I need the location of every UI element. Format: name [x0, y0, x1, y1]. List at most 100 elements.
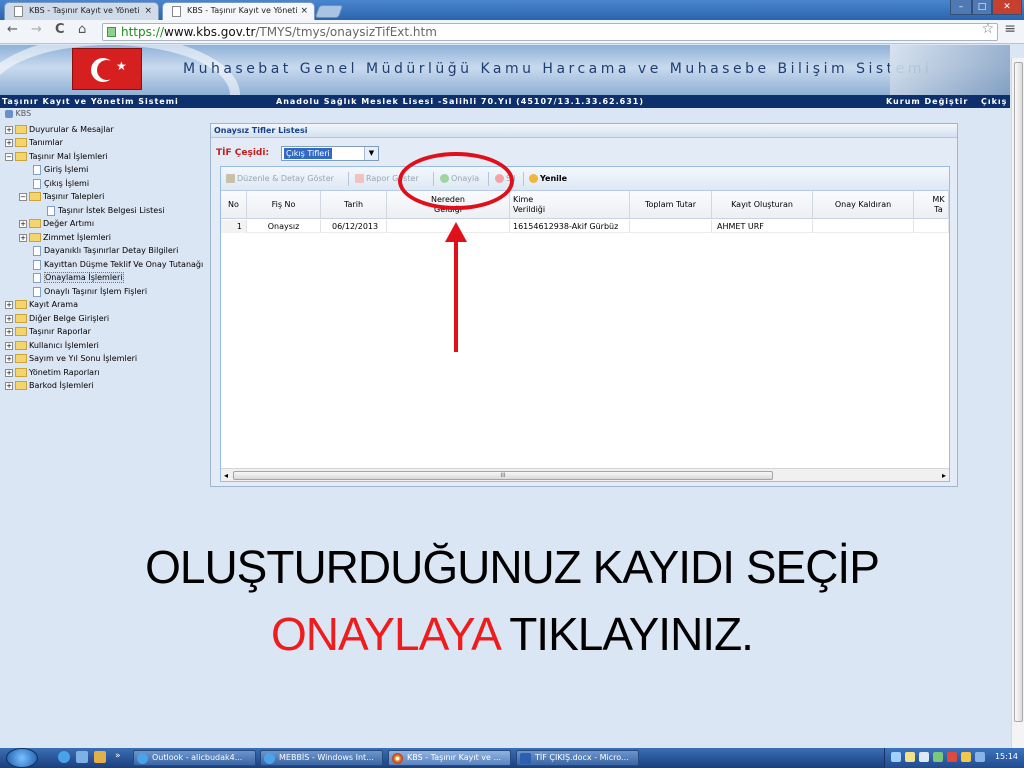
ie-icon[interactable] — [58, 751, 70, 763]
expand-icon[interactable]: + — [5, 327, 13, 336]
back-icon[interactable]: ← — [7, 22, 18, 37]
tree-item[interactable]: + Zimmet İşlemleri — [19, 231, 111, 244]
expand-icon[interactable]: + — [5, 341, 13, 350]
column-header-toplam[interactable]: Toplam Tutar — [630, 191, 712, 219]
annotation-circle — [398, 152, 514, 210]
column-header-mk[interactable]: MK Ta — [914, 191, 949, 219]
url-input[interactable]: https://www.kbs.gov.tr/TMYS/tmys/onaysiz… — [102, 23, 998, 41]
collapse-icon[interactable]: − — [19, 192, 27, 201]
start-button[interactable] — [6, 748, 38, 768]
expand-icon[interactable]: + — [19, 219, 27, 228]
close-tab-icon[interactable]: × — [144, 3, 152, 19]
column-header-kaldiran[interactable]: Onay Kaldıran — [813, 191, 914, 219]
tree-item[interactable]: Dayanıklı Taşınırlar Detay Bilgileri — [33, 244, 178, 257]
column-header-kime[interactable]: Kime Verildiği — [510, 191, 630, 219]
new-tab-button[interactable] — [314, 5, 344, 18]
instruction-rest: TIKLAYINIZ. — [498, 608, 754, 660]
taskbar-app-word[interactable]: TİF ÇIKIŞ.docx - Micro... — [516, 750, 639, 766]
network-icon[interactable] — [891, 752, 901, 762]
tree-item-label: Çıkış İşlemi — [44, 179, 90, 188]
tree-item[interactable]: + Sayım ve Yıl Sonu İşlemleri — [5, 352, 137, 365]
minimize-button[interactable]: – — [950, 0, 972, 15]
tree-item[interactable]: Giriş İşlemi — [33, 163, 88, 176]
browser-tab-1[interactable]: KBS - Taşınır Kayıt ve Yöneti × — [4, 2, 159, 20]
scroll-thumb[interactable]: III — [233, 471, 773, 480]
expand-icon[interactable]: + — [5, 354, 13, 363]
forward-icon[interactable]: → — [31, 22, 42, 37]
tree-item[interactable]: + Yönetim Raporları — [5, 366, 100, 379]
volume-icon[interactable] — [919, 752, 929, 762]
logout-link[interactable]: Çıkış — [981, 95, 1007, 108]
column-header-fis-no[interactable]: Fiş No — [247, 191, 321, 219]
column-header-olusturan[interactable]: Kayıt Oluşturan — [712, 191, 813, 219]
tree-item[interactable]: Kayıttan Düşme Teklif Ve Onay Tutanağı — [33, 258, 203, 271]
flag-icon[interactable] — [961, 752, 971, 762]
column-header-no[interactable]: No — [221, 191, 247, 219]
expand-icon[interactable]: + — [5, 300, 13, 309]
tree-item[interactable]: Çıkış İşlemi — [33, 177, 89, 190]
expand-icon[interactable]: + — [5, 138, 13, 147]
toolbar-separator — [523, 172, 524, 186]
reload-icon[interactable]: C — [55, 22, 65, 37]
tree-item[interactable]: + Taşınır Raporlar — [5, 325, 91, 338]
edit-detail-label: Düzenle & Detay Göster — [237, 174, 334, 183]
column-header-tarih[interactable]: Tarih — [321, 191, 387, 219]
tif-type-select[interactable]: Çıkış Tifleri ▼ — [281, 146, 379, 161]
tree-item[interactable]: + Barkod İşlemleri — [5, 379, 94, 392]
taskbar-app-outlook[interactable]: Outlook - alicbudak4... — [133, 750, 256, 766]
taskbar-app-label: MEBBİS - Windows Int... — [279, 753, 374, 762]
system-name: Taşınır Kayıt ve Yönetim Sistemi — [2, 97, 179, 106]
expand-icon[interactable]: + — [5, 368, 13, 377]
tree-item-selected[interactable]: Onaylama İşlemleri — [33, 271, 124, 284]
collapse-icon[interactable]: − — [5, 152, 13, 161]
change-unit-link[interactable]: Kurum Değiştir — [886, 95, 968, 108]
expand-icon[interactable]: + — [19, 233, 27, 242]
home-icon[interactable]: ⌂ — [78, 22, 86, 37]
users-icon[interactable] — [94, 751, 106, 763]
page-icon — [33, 259, 41, 270]
close-window-button[interactable]: ✕ — [992, 0, 1022, 15]
expand-icon[interactable]: + — [5, 314, 13, 323]
tree-item[interactable]: + Duyurular & Mesajlar — [5, 123, 114, 136]
chevron-down-icon[interactable]: ▼ — [364, 147, 378, 160]
horizontal-scrollbar[interactable]: ◂ III ▸ — [221, 468, 949, 481]
tree-item[interactable]: − Taşınır Mal İşlemleri — [5, 150, 108, 163]
battery-icon[interactable] — [933, 752, 943, 762]
folder-icon — [15, 327, 27, 336]
browser-menu-icon[interactable]: ≡ — [1004, 21, 1016, 37]
close-tab-icon[interactable]: × — [300, 3, 308, 19]
alert-icon[interactable] — [947, 752, 957, 762]
clock[interactable]: 15:14 — [995, 752, 1018, 761]
scroll-right-icon[interactable]: ▸ — [942, 469, 946, 482]
refresh-button[interactable]: Yenile — [529, 174, 567, 183]
tree-item[interactable]: Onaylı Taşınır İşlem Fişleri — [33, 285, 147, 298]
desktop-icon[interactable] — [76, 751, 88, 763]
tree-item-label: Onaylı Taşınır İşlem Fişleri — [44, 287, 148, 296]
tree-item[interactable]: + Tanımlar — [5, 136, 63, 149]
bookmark-star-icon[interactable]: ☆ — [981, 21, 994, 37]
more-chevron-icon[interactable]: » — [115, 751, 121, 761]
maximize-button[interactable]: □ — [972, 0, 992, 15]
taskbar-app-kbs[interactable]: KBS - Taşınır Kayıt ve ... — [388, 750, 511, 766]
url-scheme: https:// — [121, 25, 165, 39]
tree-item[interactable]: − Taşınır Talepleri — [19, 190, 104, 203]
taskbar-app-mebbis[interactable]: MEBBİS - Windows Int... — [260, 750, 383, 766]
refresh-label: Yenile — [540, 174, 568, 183]
folder-icon — [29, 233, 41, 242]
tree-item[interactable]: Taşınır İstek Belgesi Listesi — [47, 204, 165, 217]
display-icon[interactable] — [975, 752, 985, 762]
tree-item[interactable]: + Kayıt Arama — [5, 298, 78, 311]
tree-item-label: Taşınır İstek Belgesi Listesi — [58, 206, 165, 215]
tree-item[interactable]: + Diğer Belge Girişleri — [5, 312, 109, 325]
expand-icon[interactable]: + — [5, 125, 13, 134]
expand-icon[interactable]: + — [5, 381, 13, 390]
tree-item[interactable]: + Kullanıcı İşlemleri — [5, 339, 99, 352]
notes-icon[interactable] — [905, 752, 915, 762]
scroll-left-icon[interactable]: ◂ — [224, 469, 228, 482]
tree-item-label: Onaylama İşlemleri — [44, 272, 124, 283]
table-row[interactable]: 1 Onaysız 06/12/2013 16154612938-Akif Gü… — [221, 220, 949, 233]
site-banner: ★ Muhasebat Genel Müdürlüğü Kamu Harcama… — [0, 45, 1010, 95]
edit-detail-button[interactable]: Düzenle & Detay Göster — [226, 174, 334, 183]
browser-tab-2[interactable]: KBS - Taşınır Kayıt ve Yöneti × — [162, 2, 315, 20]
tree-item[interactable]: + Değer Artımı — [19, 217, 94, 230]
